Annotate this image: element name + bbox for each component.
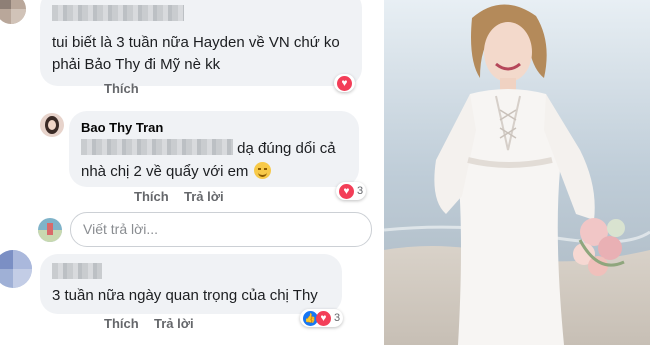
commenter-avatar-pixelated[interactable] bbox=[0, 250, 32, 288]
reaction-count-3: 3 bbox=[334, 312, 341, 324]
reply-placeholder: Viết trả lời... bbox=[83, 221, 159, 237]
heart-reaction-icon: ♥ bbox=[339, 183, 354, 199]
comment-author[interactable]: Bao Thy Tran bbox=[81, 120, 163, 135]
author-avatar[interactable] bbox=[40, 113, 64, 137]
heart-reaction-icon: ♥ bbox=[337, 75, 352, 91]
like-action-2[interactable]: Thích bbox=[134, 189, 169, 204]
comment-2-line2: nhà chị 2 về quẩy với em bbox=[81, 163, 249, 180]
reaction-badge-2[interactable]: ♥ 3 bbox=[336, 182, 367, 200]
comment-1-line2: phải Bảo Thy đi Mỹ nè kk bbox=[52, 56, 221, 73]
like-action-1[interactable]: Thích bbox=[104, 81, 139, 96]
commenter-avatar-pixelated[interactable] bbox=[0, 0, 26, 24]
blurred-name bbox=[52, 263, 102, 279]
like-action-3[interactable]: Thích bbox=[104, 316, 139, 331]
reply-action-2[interactable]: Trả lời bbox=[184, 189, 224, 204]
reply-input[interactable]: Viết trả lời... bbox=[70, 212, 372, 247]
comment-1-line1: tui biết là 3 tuần nữa Hayden về VN chứ … bbox=[52, 34, 340, 51]
bride-illustration bbox=[384, 0, 650, 345]
blurred-name bbox=[52, 5, 184, 21]
comment-bubble-2: Bao Thy Tran dạ đúng dổi cả nhà chị 2 về… bbox=[69, 111, 359, 187]
comment-3-line1: 3 tuần nữa ngày quan trọng của chị Thy bbox=[52, 287, 318, 304]
reaction-badge-1[interactable]: ♥ bbox=[334, 74, 355, 92]
current-user-avatar bbox=[38, 218, 62, 242]
comment-bubble-3: 3 tuần nữa ngày quan trọng của chị Thy bbox=[40, 254, 342, 314]
comment-bubble-1: tui biết là 3 tuần nữa Hayden về VN chứ … bbox=[40, 0, 362, 86]
smiling-emoji-icon bbox=[254, 162, 272, 179]
blurred-mention bbox=[81, 139, 233, 155]
reaction-badge-3[interactable]: 👍 ♥ 3 bbox=[300, 309, 344, 327]
comment-2-line1: dạ đúng dổi cả bbox=[237, 140, 336, 157]
heart-reaction-icon: ♥ bbox=[316, 310, 331, 326]
reaction-count-2: 3 bbox=[357, 185, 364, 197]
bride-photo bbox=[384, 0, 650, 345]
reply-action-3[interactable]: Trả lời bbox=[154, 316, 194, 331]
comment-thread: tui biết là 3 tuần nữa Hayden về VN chứ … bbox=[0, 0, 384, 345]
